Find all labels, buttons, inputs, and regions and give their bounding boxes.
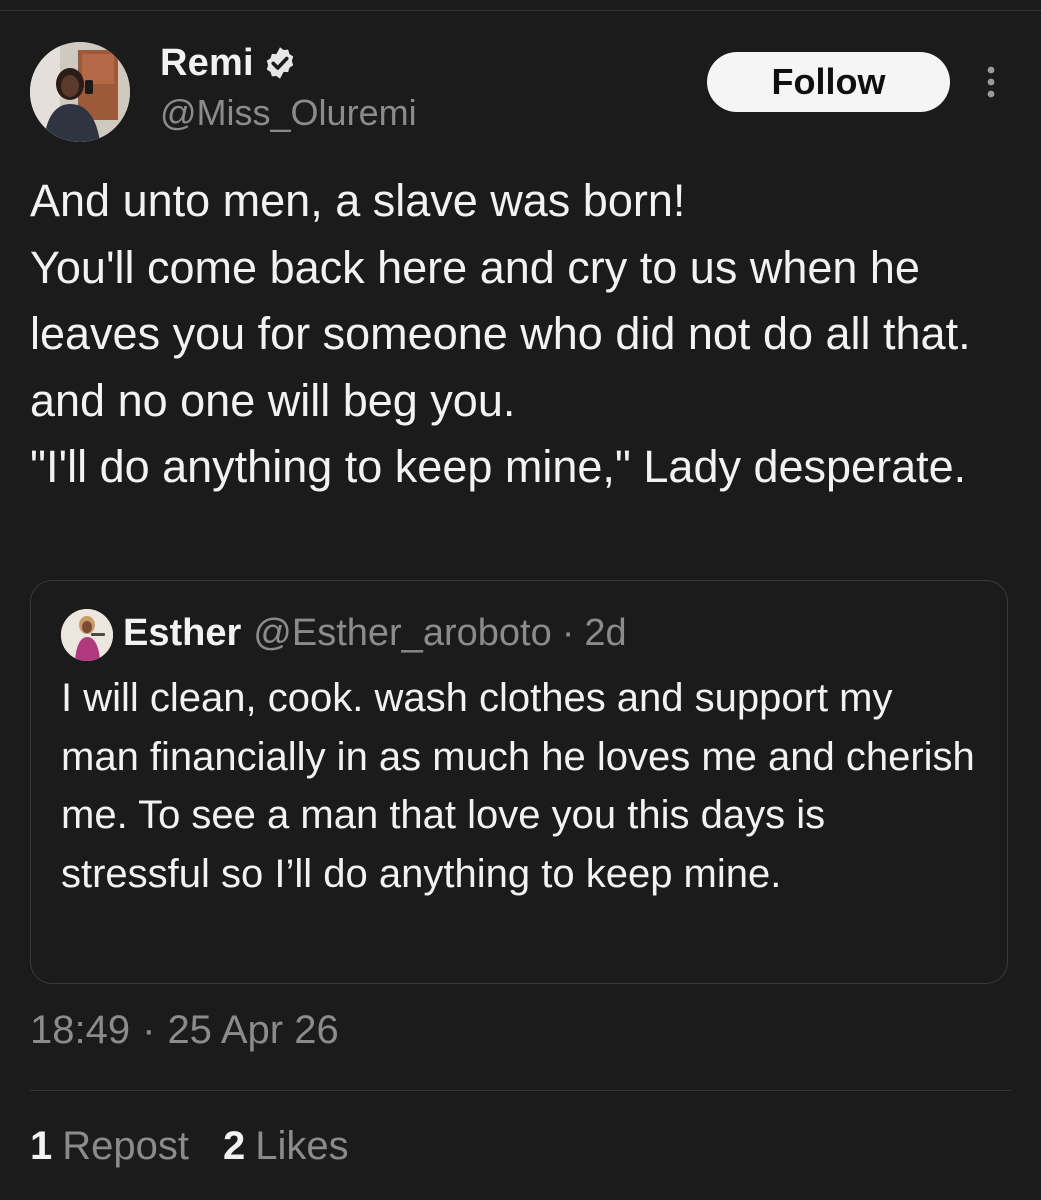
reposts-count: 1 <box>30 1124 53 1168</box>
author-name-row: Remi <box>160 40 298 86</box>
quoted-tweet-header: Esther @Esther_aroboto · 2d <box>123 607 627 659</box>
author-avatar-image <box>30 42 130 142</box>
follow-button[interactable]: Follow <box>707 52 950 112</box>
timestamp-separator: · <box>142 1008 156 1052</box>
author-handle[interactable]: @Miss_Oluremi <box>160 92 417 134</box>
likes-stat[interactable]: 2 Likes <box>223 1124 349 1169</box>
quoted-header-separator: · <box>561 611 575 654</box>
quoted-author-avatar[interactable] <box>61 609 113 661</box>
quoted-author-name[interactable]: Esther <box>123 612 241 655</box>
likes-label: Likes <box>255 1124 349 1168</box>
quoted-tweet-age: 2d <box>584 611 627 654</box>
tweet-date: 25 Apr 26 <box>167 1008 339 1052</box>
reposts-label: Repost <box>62 1124 189 1168</box>
author-display-name[interactable]: Remi <box>160 42 254 85</box>
tweet-timestamp[interactable]: 18:49 · 25 Apr 26 <box>30 1008 339 1053</box>
author-avatar[interactable] <box>30 42 130 142</box>
quoted-author-avatar-image <box>61 609 113 661</box>
reposts-stat[interactable]: 1 Repost <box>30 1124 189 1169</box>
likes-count: 2 <box>223 1124 246 1168</box>
tweet-stats: 1 Repost 2 Likes <box>30 1124 349 1169</box>
tweet-time: 18:49 <box>30 1008 131 1052</box>
quoted-author-handle[interactable]: @Esther_aroboto <box>253 612 551 655</box>
stats-divider <box>30 1090 1011 1091</box>
top-divider <box>0 10 1041 11</box>
more-vertical-icon[interactable] <box>980 62 1002 102</box>
quoted-tweet-card[interactable]: Esther @Esther_aroboto · 2d I will clean… <box>30 580 1008 984</box>
quoted-tweet-text: I will clean, cook. wash clothes and sup… <box>61 676 975 896</box>
tweet-body-text: And unto men, a slave was born! You'll c… <box>30 175 971 492</box>
verified-badge-icon <box>266 47 293 79</box>
